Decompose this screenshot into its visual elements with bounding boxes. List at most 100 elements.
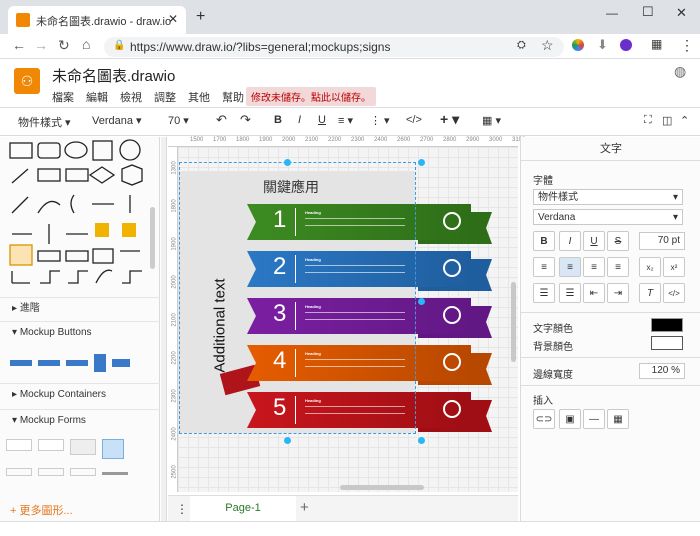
align-left-button[interactable]: ≡: [533, 257, 555, 277]
italic-icon[interactable]: I: [298, 114, 301, 126]
mockup-button-1[interactable]: [10, 360, 32, 366]
outdent-button[interactable]: ⇤: [583, 283, 605, 303]
numbered-list-button[interactable]: ☰: [533, 283, 555, 303]
redo-icon[interactable]: ↷: [240, 112, 251, 128]
form-option-6[interactable]: [38, 468, 64, 476]
table-icon[interactable]: ▦ ▾: [482, 114, 501, 127]
minimize-icon[interactable]: —: [606, 6, 618, 20]
bold-button[interactable]: B: [533, 231, 555, 251]
bold-icon[interactable]: B: [274, 114, 282, 126]
forward-icon[interactable]: →: [34, 37, 48, 53]
font-select[interactable]: Verdana ▾: [533, 209, 683, 225]
font-dropdown[interactable]: Verdana ▾: [92, 114, 142, 127]
align-right-button[interactable]: ≡: [583, 257, 605, 277]
selection-handle-tl[interactable]: [284, 159, 291, 166]
canvas-hscrollbar[interactable]: [340, 485, 424, 490]
insert-hline-button[interactable]: —: [583, 409, 605, 429]
format-panel-header[interactable]: 文字: [521, 137, 700, 161]
insert-icon[interactable]: + ▾: [440, 111, 459, 128]
new-tab-icon[interactable]: +: [196, 8, 205, 26]
mockup-forms-palette[interactable]: [6, 439, 146, 479]
bullet-list-button[interactable]: ☰: [559, 283, 581, 303]
mockup-buttons-palette[interactable]: [10, 353, 140, 373]
font-color-swatch[interactable]: [651, 318, 683, 332]
insert-image-button[interactable]: ▣: [559, 409, 581, 429]
sidebar-scrollbar[interactable]: [150, 207, 155, 269]
general-shapes-grid[interactable]: [4, 139, 154, 289]
browser-tab[interactable]: 未命名圖表.drawio - draw.io ✕: [8, 6, 186, 34]
opacity-input[interactable]: 120 %: [639, 363, 685, 379]
extension-icon[interactable]: [572, 39, 584, 51]
style-dropdown[interactable]: 物件樣式 ▾: [18, 114, 71, 130]
more-shapes-link[interactable]: + 更多圖形...: [10, 502, 73, 518]
subscript-button[interactable]: x₂: [639, 257, 661, 277]
undo-icon[interactable]: ↶: [216, 112, 227, 128]
selection-handle-br[interactable]: [418, 437, 425, 444]
form-option-7[interactable]: [70, 468, 96, 476]
form-option-5[interactable]: [6, 468, 32, 476]
clear-format-button[interactable]: T: [639, 283, 661, 303]
justify-button[interactable]: ≡: [607, 257, 629, 277]
strikethrough-button[interactable]: S: [607, 231, 629, 251]
menu-item-3[interactable]: 調整: [154, 89, 176, 105]
html-icon[interactable]: </>: [406, 114, 422, 126]
form-option-4[interactable]: [102, 439, 124, 459]
menu-item-5[interactable]: 幫助: [222, 89, 244, 105]
format-panel-icon[interactable]: ◫: [662, 114, 672, 127]
translate-icon[interactable]: ⛭: [517, 39, 526, 52]
close-tab-icon[interactable]: ✕: [168, 12, 178, 26]
insert-table-button[interactable]: ▦: [607, 409, 629, 429]
home-icon[interactable]: ⌂: [82, 36, 90, 52]
diagram-canvas[interactable]: 1500 1700 1800 1900 2000 2100 2200 2300 2400 2600…: [168, 137, 525, 492]
menu-item-2[interactable]: 檢視: [120, 89, 142, 105]
form-option-3[interactable]: [70, 439, 96, 455]
italic-button[interactable]: I: [559, 231, 581, 251]
mockup-button-3[interactable]: [66, 360, 88, 366]
form-option-1[interactable]: [6, 439, 32, 451]
file-name[interactable]: 未命名圖表.drawio: [52, 65, 175, 86]
superscript-button[interactable]: x²: [663, 257, 685, 277]
format-more-icon[interactable]: ⋮ ▾: [370, 114, 390, 127]
pages-menu-icon[interactable]: ⋮: [176, 502, 188, 516]
bookmark-star-icon[interactable]: ☆: [541, 37, 554, 54]
underline-button[interactable]: U: [583, 231, 605, 251]
canvas-vscrollbar[interactable]: [511, 282, 516, 362]
mockup-button-4[interactable]: [94, 354, 106, 372]
unsaved-notice[interactable]: 修改未儲存。點此以儲存。: [246, 87, 376, 106]
mockup-button-2[interactable]: [38, 360, 60, 366]
menu-item-4[interactable]: 其他: [188, 89, 210, 105]
html-button[interactable]: </>: [663, 283, 685, 303]
font-size-input[interactable]: 70 pt: [639, 232, 685, 250]
underline-icon[interactable]: U: [318, 114, 326, 126]
section-advanced[interactable]: ▸ 進階: [0, 297, 160, 319]
menu-dots-icon[interactable]: ⋮: [680, 37, 694, 54]
align-icon[interactable]: ≡ ▾: [338, 114, 353, 127]
insert-link-button[interactable]: ⊂⊃: [533, 409, 555, 429]
fullscreen-icon[interactable]: ⛶: [644, 114, 652, 127]
collapse-icon[interactable]: ⌃: [680, 114, 689, 127]
font-size-dropdown[interactable]: 70 ▾: [168, 114, 189, 127]
style-select[interactable]: 物件樣式 ▾: [533, 189, 683, 205]
section-mockup-buttons[interactable]: ▾ Mockup Buttons: [0, 321, 160, 343]
maximize-icon[interactable]: ☐: [642, 4, 654, 20]
page-tab[interactable]: Page-1: [190, 496, 296, 521]
close-window-icon[interactable]: ✕: [676, 5, 687, 21]
indent-button[interactable]: ⇥: [607, 283, 629, 303]
menu-item-0[interactable]: 檔案: [52, 89, 74, 105]
url-field[interactable]: 🔒 https://www.draw.io/?libs=general;mock…: [104, 37, 564, 57]
selection-handle-tr[interactable]: [418, 159, 425, 166]
section-mockup-containers[interactable]: ▸ Mockup Containers: [0, 383, 160, 405]
download-icon[interactable]: ⬇: [597, 37, 608, 53]
menu-item-1[interactable]: 編輯: [86, 89, 108, 105]
form-option-8[interactable]: [102, 472, 128, 475]
reload-icon[interactable]: ↻: [58, 37, 70, 54]
add-page-icon[interactable]: +: [300, 499, 309, 516]
align-center-button[interactable]: ≡: [559, 257, 581, 277]
selection-handle-bl[interactable]: [284, 437, 291, 444]
selection-handle-r[interactable]: [418, 298, 425, 305]
globe-icon[interactable]: ◍: [674, 63, 686, 80]
back-icon[interactable]: ←: [12, 37, 26, 53]
sidebar-splitter[interactable]: [161, 137, 167, 527]
bg-color-swatch[interactable]: [651, 336, 683, 350]
calendar-icon[interactable]: ▦: [651, 37, 662, 51]
